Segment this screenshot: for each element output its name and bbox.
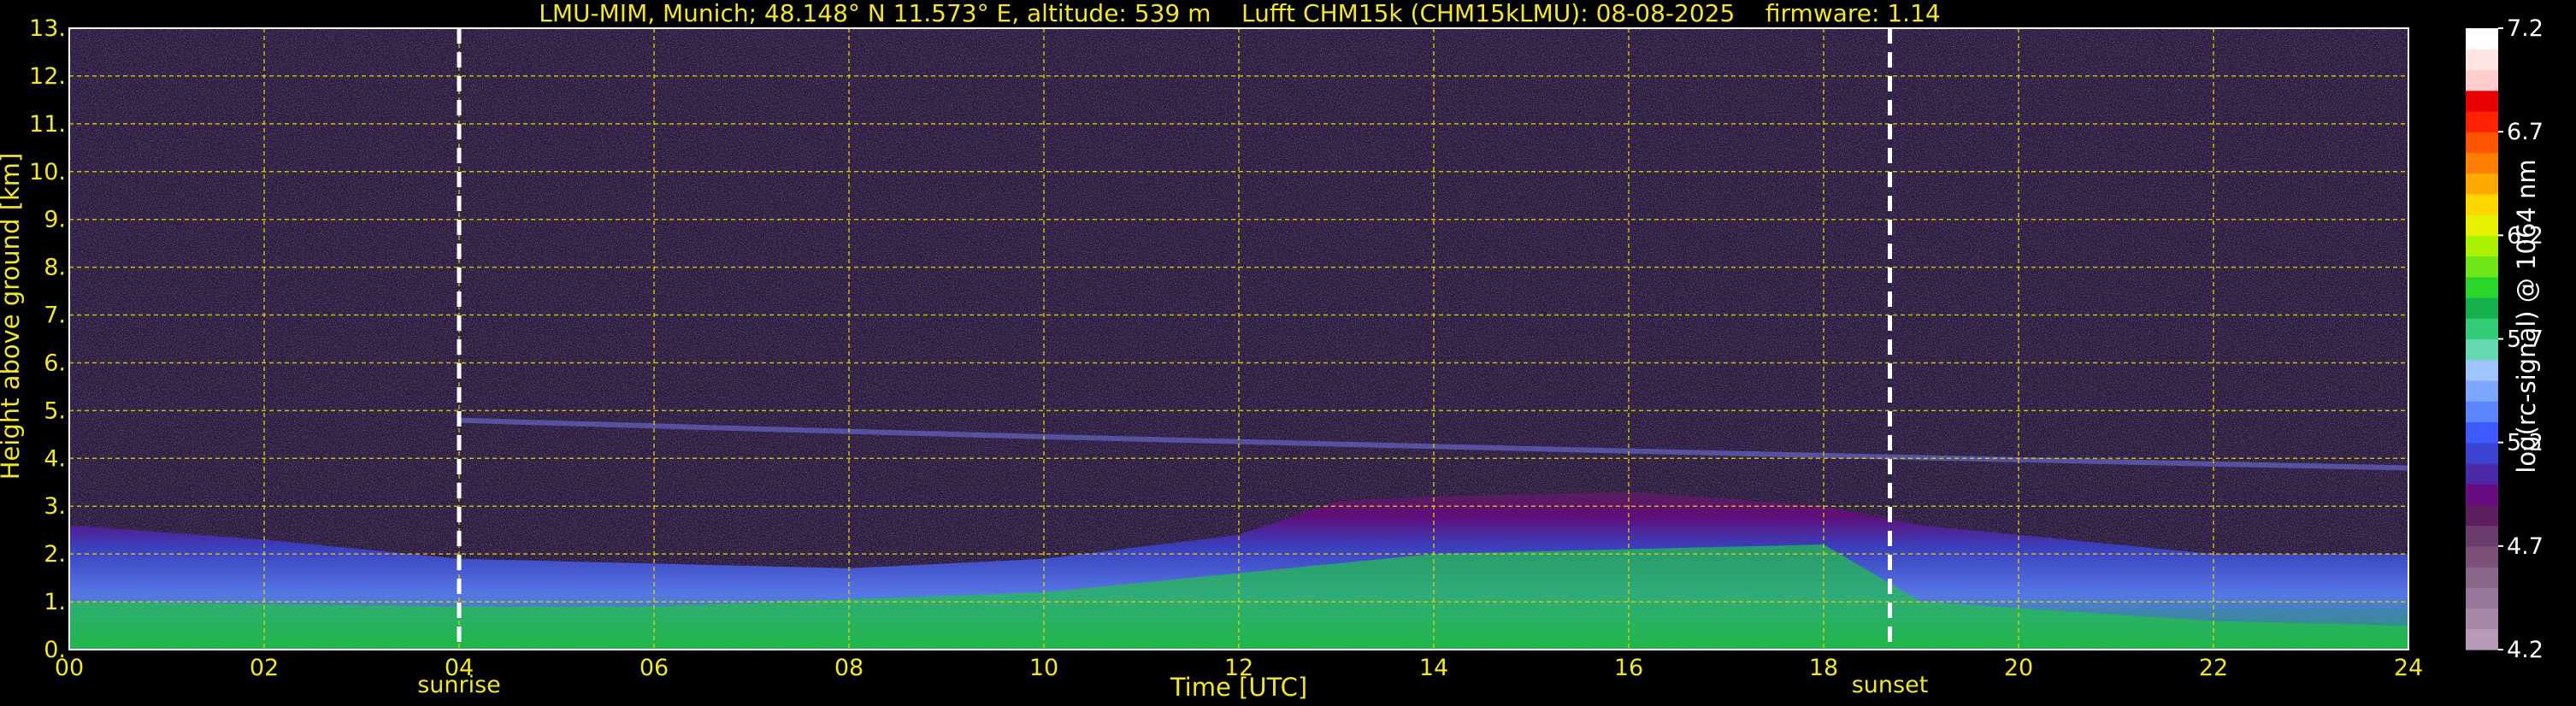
x-tick-label: 18	[1809, 655, 1838, 681]
y-tick-label: 5.	[44, 397, 66, 424]
colorbar-segment	[2466, 90, 2498, 112]
ceilometer-figure: LMU-MIM, Munich; 48.148° N 11.573° E, al…	[0, 0, 2544, 702]
colorbar-tick-label: 4.7	[2507, 533, 2544, 560]
y-tick-label: 3.	[44, 493, 66, 520]
x-tick-label: 06	[640, 655, 669, 681]
colorbar-segment	[2466, 442, 2498, 464]
chart-title: LMU-MIM, Munich; 48.148° N 11.573° E, al…	[539, 0, 1940, 27]
colorbar-segment	[2466, 567, 2498, 588]
y-tick-label: 6.	[44, 350, 66, 376]
colorbar-segment	[2466, 545, 2498, 568]
colorbar-label: log(rc-signal) @ 1064 nm	[2512, 159, 2541, 473]
y-tick-label: 9.	[44, 207, 66, 233]
y-tick-label: 0.	[44, 637, 66, 663]
colorbar-segment	[2466, 504, 2498, 527]
colorbar-segment	[2466, 338, 2498, 361]
colorbar-segment	[2466, 69, 2498, 91]
colorbar-segment	[2466, 608, 2498, 630]
colorbar-segment	[2466, 49, 2498, 71]
y-tick-label: 4.	[44, 445, 66, 472]
colorbar-segment	[2466, 484, 2498, 505]
x-tick-label: 20	[2004, 655, 2033, 681]
colorbar-segment	[2466, 110, 2498, 132]
x-tick-label: 14	[1419, 655, 1448, 681]
x-tick-label: 02	[250, 655, 279, 681]
plot-area	[68, 27, 2409, 650]
y-tick-label: 7.	[44, 303, 66, 329]
colorbar-tick-label: 7.2	[2507, 15, 2544, 42]
colorbar-segment	[2466, 276, 2498, 298]
colorbar-segment	[2466, 235, 2498, 257]
x-tick-label: 22	[2199, 655, 2228, 681]
colorbar-segment	[2466, 132, 2498, 153]
colorbar-segment	[2466, 297, 2498, 319]
x-tick-label: 24	[2394, 655, 2423, 681]
colorbar-tick-label: 4.2	[2507, 637, 2544, 663]
y-tick-label: 8.	[44, 255, 66, 281]
sun-marker-label: sunrise	[417, 672, 501, 698]
colorbar-segment	[2466, 379, 2498, 402]
colorbar-segment	[2466, 587, 2498, 609]
colorbar-segment	[2466, 193, 2498, 215]
y-tick-label: 11.	[29, 111, 66, 138]
colorbar-segment	[2466, 152, 2498, 174]
colorbar	[2466, 28, 2498, 650]
sun-marker-label: sunset	[1852, 672, 1929, 698]
colorbar-segment	[2466, 525, 2498, 547]
x-tick-label: 08	[834, 655, 864, 681]
colorbar-segment	[2466, 256, 2498, 278]
colorbar-segment	[2466, 28, 2498, 50]
colorbar-segment	[2466, 318, 2498, 340]
colorbar-segment	[2466, 215, 2498, 236]
y-tick-label: 10.	[29, 159, 66, 185]
y-tick-label: 13.	[29, 15, 66, 42]
colorbar-segment	[2466, 173, 2498, 195]
colorbar-segment	[2466, 628, 2498, 650]
colorbar-segment	[2466, 401, 2498, 423]
x-tick-label: 16	[1614, 655, 1643, 681]
y-axis-label: Height above ground [km]	[0, 153, 25, 480]
colorbar-segment	[2466, 462, 2498, 485]
colorbar-segment	[2466, 359, 2498, 381]
colorbar-tick-label: 6.7	[2507, 119, 2544, 145]
y-axis-ticks: 0. 1. 2. 3. 4. 5. 6. 7. 8. 9. 10. 11. 12. 13.	[29, 15, 66, 663]
y-tick-label: 1.	[44, 589, 66, 615]
colorbar-segment	[2466, 421, 2498, 444]
y-tick-label: 12.	[29, 63, 66, 90]
y-tick-label: 2.	[44, 541, 66, 568]
x-tick-label: 10	[1029, 655, 1058, 681]
x-axis-label: Time [UTC]	[1170, 673, 1307, 702]
